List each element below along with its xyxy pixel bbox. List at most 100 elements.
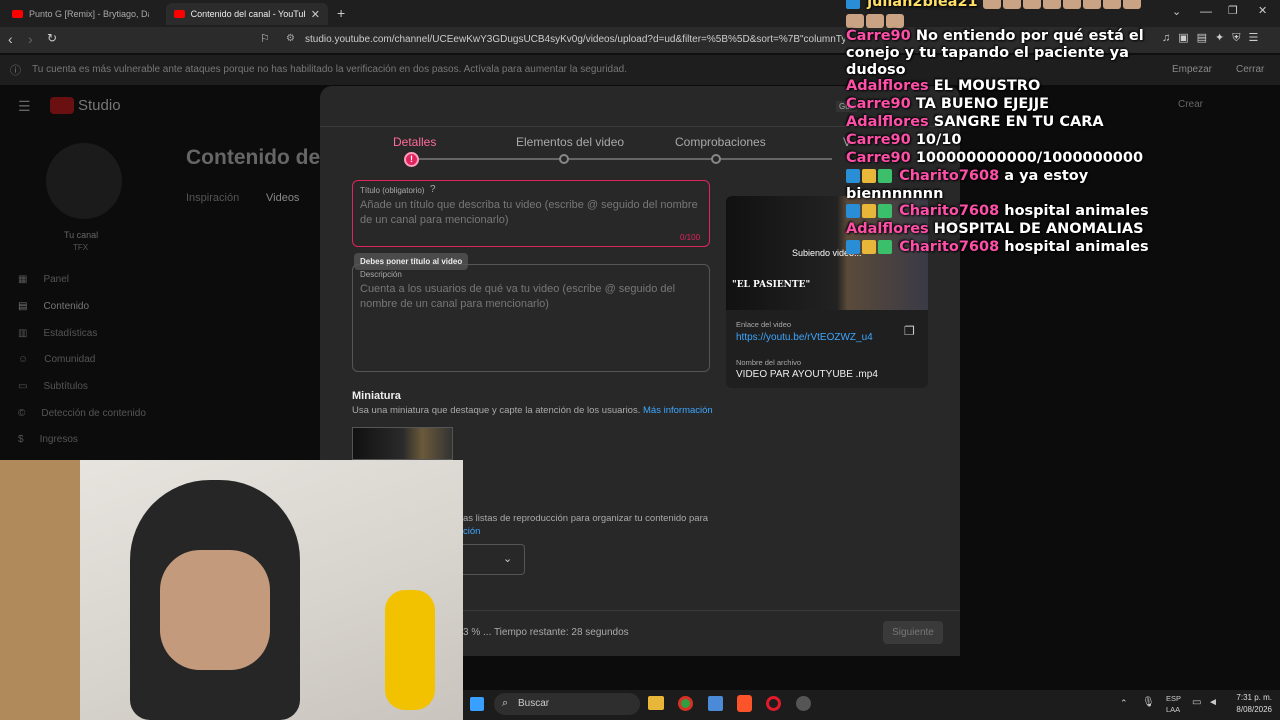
step-video-elements[interactable]: Elementos del video	[516, 135, 624, 149]
learn-more-link[interactable]: Más información	[643, 405, 713, 416]
security-close-button[interactable]: Cerrar	[1236, 64, 1264, 75]
chat-message: Charito7608 a ya estoy biennnnnnn	[846, 167, 1146, 203]
create-button[interactable]: Crear	[1178, 99, 1203, 110]
language-indicator[interactable]: ESP	[1166, 694, 1181, 703]
windows-start-icon[interactable]	[470, 697, 484, 711]
chat-message: Adalflores HOSPITAL DE ANOMALIAS	[846, 221, 1144, 237]
chevron-down-icon: ⌄	[503, 553, 513, 565]
chat-username: Carre90	[846, 150, 911, 166]
channel-avatar[interactable]	[46, 143, 122, 219]
title-placeholder: Añade un título que describa tu video (e…	[360, 199, 698, 226]
playlist-select[interactable]	[463, 544, 525, 575]
chat-username: Charito7608	[899, 239, 1000, 255]
step-details[interactable]: Detalles	[393, 135, 436, 149]
content-icon: ▤	[18, 301, 28, 312]
security-start-button[interactable]: Empezar	[1172, 64, 1212, 75]
clock-date[interactable]: 8/08/2026	[1226, 705, 1272, 714]
hamburger-icon[interactable]: ☰	[18, 98, 31, 115]
nav-community[interactable]: ☺ Comunidad	[18, 354, 95, 365]
emote-icon	[1082, 0, 1101, 9]
chat-message: Adalflores EL MOUSTRO	[846, 78, 1040, 94]
close-tab-icon[interactable]: ✕	[311, 8, 320, 21]
taskbar-search[interactable]	[494, 693, 640, 715]
chevron-up-icon[interactable]: ⌃	[1120, 698, 1128, 709]
file-name: VIDEO PAR AYOUTYUBE .mp4	[736, 369, 878, 380]
tab-label: Contenido del canal - YouTube S	[190, 9, 305, 19]
chat-message: Carre90 100000000000/1000000000	[846, 150, 1143, 166]
tab-music[interactable]: Punto G [Remix] - Brytiago, Darell	[4, 3, 166, 25]
door-frame	[0, 460, 80, 720]
crown-icon	[862, 240, 876, 254]
emote-icon	[1002, 0, 1021, 9]
file-name-label: Nombre del archivo	[736, 358, 802, 367]
volume-icon[interactable]: ◄	[1208, 697, 1218, 708]
clock-time[interactable]: 7:31 p. m.	[1232, 693, 1272, 702]
crown-icon	[862, 169, 876, 183]
close-window-icon[interactable]: ✕	[1258, 4, 1267, 17]
nav-subtitles[interactable]: ▭ Subtítulos	[18, 381, 88, 392]
tab-studio[interactable]: Contenido del canal - YouTube S ✕	[166, 3, 328, 25]
step-checks[interactable]: Comprobaciones	[675, 135, 766, 149]
site-info-icon[interactable]: ⚙	[286, 33, 295, 44]
mic-icon[interactable]: 🎙	[1142, 697, 1155, 708]
next-button[interactable]: Siguiente	[883, 621, 943, 644]
restore-icon[interactable]: ❐	[1228, 4, 1238, 17]
tab-videos[interactable]: Videos	[266, 192, 299, 204]
description-field[interactable]	[352, 264, 710, 372]
store-icon[interactable]	[708, 696, 723, 711]
tab-list-icon[interactable]: ⌄	[1172, 5, 1181, 18]
badge-icon	[878, 204, 892, 218]
chat-username: Charito7608	[899, 203, 1000, 219]
back-icon[interactable]: ‹	[8, 31, 13, 47]
chat-message: Carre90 TA BUENO EJEJJE	[846, 96, 1049, 112]
money-icon: $	[18, 434, 24, 445]
badge-icon	[846, 204, 860, 218]
step-dot	[711, 154, 721, 164]
chat-username: Charito7608	[899, 168, 1000, 184]
streamer-face	[160, 550, 270, 670]
channel-label: Tu canal	[64, 230, 99, 240]
emote-icon	[982, 0, 1001, 9]
bookmark-icon[interactable]: ⚐	[260, 32, 270, 45]
dashboard-icon: ▦	[18, 274, 28, 285]
copy-icon[interactable]: ❐	[904, 324, 915, 338]
channel-name: TFX	[73, 243, 89, 252]
emote-icon	[1022, 0, 1041, 9]
app-icon[interactable]	[796, 696, 811, 711]
emote-icon	[1102, 0, 1121, 9]
badge-icon	[846, 240, 860, 254]
file-explorer-icon[interactable]	[648, 696, 664, 710]
new-tab-icon[interactable]: +	[337, 5, 345, 21]
help-icon[interactable]: ?	[430, 184, 436, 195]
tab-inspiration[interactable]: Inspiración	[186, 192, 239, 204]
badge-icon	[878, 240, 892, 254]
studio-logo-icon	[50, 97, 74, 114]
nav-content[interactable]: ▤ Contenido	[18, 301, 89, 312]
opera-icon[interactable]	[766, 696, 781, 711]
tab-label: Punto G [Remix] - Brytiago, Darell	[29, 9, 149, 19]
network-icon[interactable]: ▭	[1192, 697, 1201, 708]
nav-panel[interactable]: ▦ Panel	[18, 274, 69, 285]
reload-icon[interactable]: ↻	[47, 31, 57, 45]
chat-text: SANGRE EN TU CARA	[933, 114, 1104, 130]
extensions-icons[interactable]: ♫▣▤✦⛨☰	[1162, 31, 1266, 45]
nav-earn[interactable]: $ Ingresos	[18, 434, 78, 445]
chat-message: Charito7608 hospital animales	[846, 239, 1149, 255]
playlist-link[interactable]: ción	[463, 526, 480, 537]
chat-message: julian2blea21	[846, 0, 1143, 10]
url-field[interactable]: studio.youtube.com/channel/UCEewKwY3GDug…	[305, 34, 845, 45]
subtitles-icon: ▭	[18, 381, 28, 392]
thumbnail-option[interactable]	[352, 427, 453, 460]
chrome-icon[interactable]	[678, 696, 693, 711]
description-placeholder: Cuenta a los usuarios de qué va tu video…	[360, 283, 676, 310]
copyright-icon: ©	[18, 408, 26, 419]
forward-icon[interactable]: ›	[28, 31, 33, 47]
brave-icon[interactable]	[737, 695, 752, 712]
video-link[interactable]: https://youtu.be/rVtEOZWZ_u4	[736, 332, 873, 343]
chat-text: 100000000000/1000000000	[915, 150, 1144, 166]
nav-analytics[interactable]: ▥ Estadísticas	[18, 328, 97, 339]
keyboard-layout[interactable]: LAA	[1166, 705, 1180, 714]
minimize-icon[interactable]: —	[1200, 4, 1212, 18]
nav-copyright[interactable]: © Detección de contenido	[18, 408, 146, 419]
chat-username: Carre90	[846, 28, 911, 44]
